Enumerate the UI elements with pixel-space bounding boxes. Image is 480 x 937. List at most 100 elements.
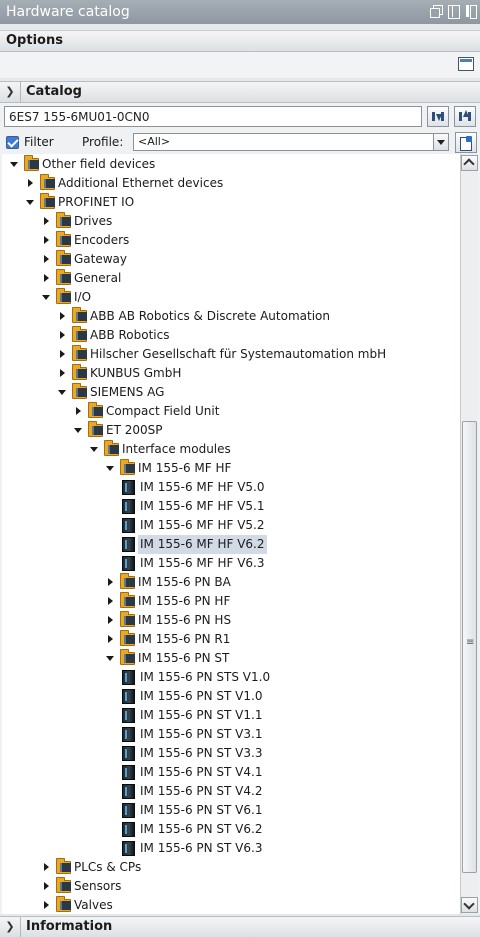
- expand-closed-icon[interactable]: [58, 312, 66, 321]
- filter-checkbox[interactable]: [6, 136, 19, 149]
- tree-scrollbar[interactable]: [460, 154, 478, 914]
- expand-open-icon[interactable]: [106, 464, 114, 473]
- tree-item[interactable]: Sensors: [2, 877, 460, 896]
- options-header[interactable]: Options: [0, 30, 480, 52]
- tree-item[interactable]: General: [2, 269, 460, 288]
- split-view-icon[interactable]: [447, 5, 460, 19]
- tree-item[interactable]: Interface modules: [2, 440, 460, 459]
- tree-item[interactable]: IM 155-6 PN HS: [2, 611, 460, 630]
- expand-closed-icon[interactable]: [74, 407, 82, 416]
- expand-closed-icon[interactable]: [106, 635, 114, 644]
- tree-item[interactable]: IM 155-6 PN ST V3.1: [2, 725, 460, 744]
- catalog-header[interactable]: ❯ Catalog: [0, 81, 480, 103]
- expand-closed-icon[interactable]: [42, 863, 50, 872]
- expand-closed-icon[interactable]: [42, 255, 50, 264]
- expand-open-icon[interactable]: [26, 198, 34, 207]
- catalog-body: Filter Profile: <All> Other field device…: [0, 103, 480, 914]
- tree-item[interactable]: IM 155-6 PN ST V4.2: [2, 782, 460, 801]
- tree-item-label: KUNBUS GmbH: [90, 366, 182, 380]
- expand-open-icon[interactable]: [10, 160, 18, 169]
- float-window-icon[interactable]: [430, 5, 443, 18]
- tree-item-label: SIEMENS AG: [90, 385, 165, 399]
- folder-icon: [120, 630, 135, 646]
- tree-item[interactable]: Hilscher Gesellschaft für Systemautomati…: [2, 345, 460, 364]
- chevron-right-icon[interactable]: ❯: [4, 921, 16, 933]
- expand-open-icon[interactable]: [90, 445, 98, 454]
- tree-item[interactable]: IM 155-6 MF HF V5.1: [2, 497, 460, 516]
- search-up-button[interactable]: [454, 106, 476, 127]
- tree-item[interactable]: ABB Robotics: [2, 326, 460, 345]
- expand-closed-icon[interactable]: [106, 616, 114, 625]
- folder-icon: [120, 649, 135, 665]
- profile-select[interactable]: <All>: [133, 133, 449, 151]
- tree-item[interactable]: Gateway: [2, 250, 460, 269]
- tree-item[interactable]: IM 155-6 PN HF: [2, 592, 460, 611]
- catalog-search-input[interactable]: [4, 106, 422, 127]
- tree-item-label: IM 155-6 MF HF V6.2: [138, 535, 267, 554]
- tree-item[interactable]: IM 155-6 PN ST V6.3: [2, 839, 460, 858]
- expand-open-icon[interactable]: [74, 426, 82, 435]
- tree-item[interactable]: PROFINET IO: [2, 193, 460, 212]
- scroll-down-button[interactable]: [461, 897, 478, 913]
- chevron-down-icon[interactable]: ❯: [4, 86, 16, 98]
- folder-icon: [56, 858, 71, 874]
- tree-item[interactable]: IM 155-6 MF HF: [2, 459, 460, 478]
- tree-item[interactable]: IM 155-6 PN ST V4.1: [2, 763, 460, 782]
- tree-item[interactable]: Encoders: [2, 231, 460, 250]
- expand-open-icon[interactable]: [42, 293, 50, 302]
- expand-closed-icon[interactable]: [58, 331, 66, 340]
- tree-item[interactable]: Valves: [2, 896, 460, 914]
- tree-item[interactable]: IM 155-6 MF HF V6.2: [2, 535, 460, 554]
- tree-item[interactable]: IM 155-6 PN ST V1.1: [2, 706, 460, 725]
- tree-item-label: ABB AB Robotics & Discrete Automation: [90, 309, 330, 323]
- expand-closed-icon[interactable]: [106, 597, 114, 606]
- tree-item[interactable]: IM 155-6 PN R1: [2, 630, 460, 649]
- folder-icon: [88, 421, 103, 437]
- tree-item[interactable]: KUNBUS GmbH: [2, 364, 460, 383]
- tree-item[interactable]: Compact Field Unit: [2, 402, 460, 421]
- expand-closed-icon[interactable]: [42, 901, 50, 910]
- expand-closed-icon[interactable]: [58, 350, 66, 359]
- scroll-up-button[interactable]: [461, 155, 478, 171]
- expand-closed-icon[interactable]: [106, 578, 114, 587]
- scroll-thumb[interactable]: [462, 421, 477, 873]
- tree-item[interactable]: IM 155-6 PN ST V1.0: [2, 687, 460, 706]
- tree-item[interactable]: SIEMENS AG: [2, 383, 460, 402]
- tree-item[interactable]: IM 155-6 PN ST V3.3: [2, 744, 460, 763]
- expand-closed-icon[interactable]: [42, 882, 50, 891]
- tree-item[interactable]: IM 155-6 PN BA: [2, 573, 460, 592]
- folder-icon: [56, 250, 71, 266]
- folder-icon: [56, 877, 71, 893]
- dropdown-arrow-icon[interactable]: [433, 134, 448, 150]
- tree-item[interactable]: Other field devices: [2, 155, 460, 174]
- tree-item[interactable]: Drives: [2, 212, 460, 231]
- tree-item[interactable]: IM 155-6 MF HF V5.0: [2, 478, 460, 497]
- tree-item[interactable]: Additional Ethernet devices: [2, 174, 460, 193]
- folder-icon: [56, 288, 71, 304]
- search-down-button[interactable]: [427, 106, 449, 127]
- module-icon: [122, 822, 135, 837]
- tree-item[interactable]: IM 155-6 PN ST: [2, 649, 460, 668]
- expand-closed-icon[interactable]: [42, 274, 50, 283]
- expand-open-icon[interactable]: [58, 388, 66, 397]
- tree-item[interactable]: IM 155-6 PN STS V1.0: [2, 668, 460, 687]
- filter-row: Filter Profile: <All>: [0, 132, 480, 154]
- expand-closed-icon[interactable]: [42, 217, 50, 226]
- expand-closed-icon[interactable]: [58, 369, 66, 378]
- tree-item[interactable]: IM 155-6 MF HF V5.2: [2, 516, 460, 535]
- tree-item[interactable]: ET 200SP: [2, 421, 460, 440]
- expand-open-icon[interactable]: [106, 654, 114, 663]
- tree-item[interactable]: I/O: [2, 288, 460, 307]
- expand-closed-icon[interactable]: [26, 179, 34, 188]
- view-toggle-icon[interactable]: [458, 57, 474, 71]
- collapse-panel-icon[interactable]: [464, 5, 477, 19]
- information-header[interactable]: ❯ Information: [0, 916, 480, 937]
- expand-closed-icon[interactable]: [42, 236, 50, 245]
- tree-item[interactable]: IM 155-6 MF HF V6.3: [2, 554, 460, 573]
- profile-settings-button[interactable]: [455, 132, 477, 153]
- tree-item[interactable]: ABB AB Robotics & Discrete Automation: [2, 307, 460, 326]
- tree-item-label: I/O: [74, 290, 92, 304]
- tree-item[interactable]: IM 155-6 PN ST V6.2: [2, 820, 460, 839]
- tree-item[interactable]: PLCs & CPs: [2, 858, 460, 877]
- tree-item[interactable]: IM 155-6 PN ST V6.1: [2, 801, 460, 820]
